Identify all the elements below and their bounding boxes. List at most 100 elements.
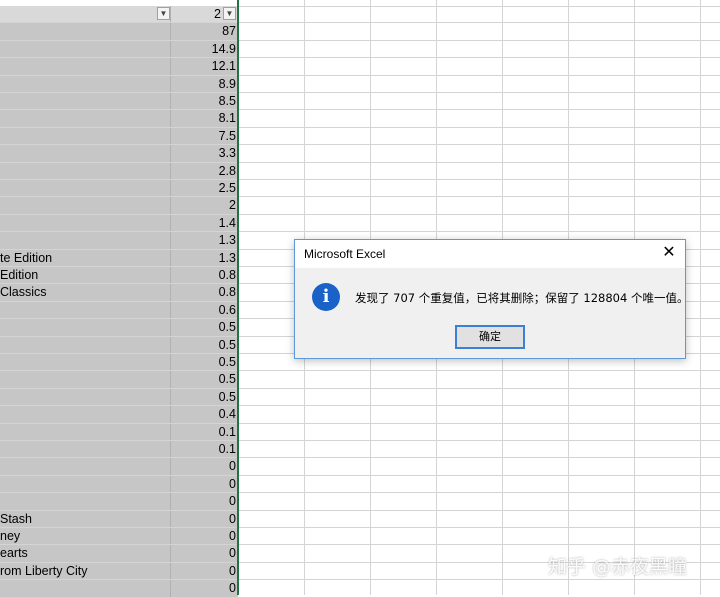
cell-name[interactable] — [0, 162, 171, 179]
cell-name[interactable] — [0, 180, 171, 197]
table-row: 12.1 — [0, 58, 720, 76]
cell-value[interactable]: 14.9 — [171, 40, 238, 58]
cell-value[interactable]: 0 — [171, 458, 238, 475]
cell-value[interactable]: 0.6 — [171, 301, 238, 319]
cell-value[interactable]: 0.8 — [171, 267, 238, 284]
table-row: 0 — [0, 475, 720, 494]
header-cell-a[interactable]: ▼ — [0, 6, 171, 23]
table-row: 2 — [0, 197, 720, 215]
cell-value[interactable]: 0 — [171, 493, 238, 510]
cell-name-text: earts — [0, 546, 28, 561]
cell-value[interactable]: 0.5 — [171, 319, 238, 336]
close-icon[interactable]: ✕ — [661, 244, 677, 262]
cell-value[interactable]: 0 — [171, 562, 238, 580]
cell-value[interactable]: 12.1 — [171, 58, 238, 75]
cell-name[interactable] — [0, 214, 171, 232]
cell-name[interactable] — [0, 232, 171, 249]
cell-name[interactable]: ney — [0, 528, 171, 545]
cell-name[interactable] — [0, 301, 171, 319]
cell-name[interactable]: Stash — [0, 510, 171, 527]
table-row: 8.1 — [0, 110, 720, 128]
cell-value[interactable]: 8.1 — [171, 110, 238, 127]
cell-name[interactable] — [0, 423, 171, 440]
cell-name[interactable] — [0, 475, 171, 493]
cell-name[interactable]: Edition — [0, 267, 171, 284]
cell-name[interactable]: rom Liberty City — [0, 562, 171, 580]
cell-value[interactable]: 2.5 — [171, 180, 238, 197]
table-row: 8.5 — [0, 93, 720, 111]
cell-name[interactable] — [0, 127, 171, 145]
cell-value[interactable]: 1.3 — [171, 232, 238, 249]
cell-name-text: Classics — [0, 285, 47, 300]
cell-name[interactable] — [0, 458, 171, 475]
cell-name[interactable] — [0, 336, 171, 353]
header-value: 2 — [214, 7, 221, 21]
table-row: 8.9 — [0, 75, 720, 93]
table-row: 14.9 — [0, 40, 720, 59]
cell-name-text: Stash — [0, 511, 32, 526]
table-row: 0 — [0, 458, 720, 476]
cell-value[interactable]: 0.5 — [171, 388, 238, 406]
cell-name[interactable] — [0, 371, 171, 388]
cell-name[interactable] — [0, 441, 171, 458]
cell-name[interactable] — [0, 197, 171, 214]
cell-name[interactable] — [0, 23, 171, 40]
cell-value[interactable]: 0.1 — [171, 441, 238, 458]
cell-name-text: rom Liberty City — [0, 563, 88, 578]
cell-name[interactable] — [0, 406, 171, 423]
ok-button[interactable]: 确定 — [455, 325, 525, 349]
dialog-title: Microsoft Excel — [304, 247, 386, 261]
filter-dropdown-icon[interactable]: ▼ — [157, 7, 170, 20]
cell-name[interactable] — [0, 75, 171, 92]
selection-border — [237, 0, 239, 595]
table-row: 0.5 — [0, 371, 720, 389]
cell-value[interactable]: 0.5 — [171, 354, 238, 371]
cell-name[interactable] — [0, 319, 171, 336]
table-row: 1.4 — [0, 214, 720, 233]
cell-value[interactable]: 0.5 — [171, 371, 238, 388]
cell-name[interactable] — [0, 354, 171, 371]
watermark: 知乎 @赤夜黑瞳 — [548, 556, 688, 578]
table-row: 3.3 — [0, 145, 720, 163]
cell-value[interactable]: 0 — [171, 528, 238, 545]
cell-name[interactable] — [0, 388, 171, 406]
header-cell-b[interactable]: 2 ▼ — [171, 6, 238, 23]
table-row: 0.1 — [0, 441, 720, 459]
cell-name[interactable] — [0, 110, 171, 127]
cell-value[interactable]: 2 — [171, 197, 238, 214]
cell-value[interactable]: 1.4 — [171, 214, 238, 232]
cell-value[interactable]: 0 — [171, 580, 238, 597]
cell-value[interactable]: 0.5 — [171, 336, 238, 353]
cell-value[interactable]: 1.3 — [171, 249, 238, 266]
cell-name-text: ney — [0, 529, 21, 543]
filter-dropdown-icon[interactable]: ▼ — [223, 7, 236, 20]
cell-name[interactable]: earts — [0, 545, 171, 562]
cell-value[interactable]: 87 — [171, 23, 238, 40]
header-row: ▼ 2 ▼ — [0, 6, 720, 24]
cell-name[interactable] — [0, 580, 171, 597]
cell-value[interactable]: 0 — [171, 545, 238, 562]
table-row: 0.5 — [0, 388, 720, 407]
cell-value[interactable]: 0.1 — [171, 423, 238, 440]
cell-name[interactable] — [0, 40, 171, 58]
cell-name-text: Edition — [0, 268, 39, 282]
cell-name[interactable] — [0, 93, 171, 110]
table-row: Stash 0 — [0, 510, 720, 528]
cell-value[interactable]: 0.8 — [171, 284, 238, 301]
table-row: 7.5 — [0, 127, 720, 146]
cell-name[interactable] — [0, 145, 171, 162]
cell-value[interactable]: 0 — [171, 510, 238, 527]
message-dialog: Microsoft Excel ✕ i 发现了 707 个重复值，已将其删除；保… — [294, 239, 688, 359]
cell-value[interactable]: 2.8 — [171, 162, 238, 179]
cell-value[interactable]: 8.5 — [171, 93, 238, 110]
cell-name[interactable] — [0, 493, 171, 510]
cell-value[interactable]: 8.9 — [171, 75, 238, 92]
cell-value[interactable]: 3.3 — [171, 145, 238, 162]
dialog-titlebar[interactable]: Microsoft Excel ✕ — [295, 240, 685, 268]
cell-name[interactable] — [0, 58, 171, 75]
cell-name[interactable]: Classics — [0, 284, 171, 301]
cell-value[interactable]: 0.4 — [171, 406, 238, 423]
cell-value[interactable]: 7.5 — [171, 127, 238, 145]
cell-name[interactable]: te Edition — [0, 249, 171, 266]
cell-value[interactable]: 0 — [171, 475, 238, 493]
